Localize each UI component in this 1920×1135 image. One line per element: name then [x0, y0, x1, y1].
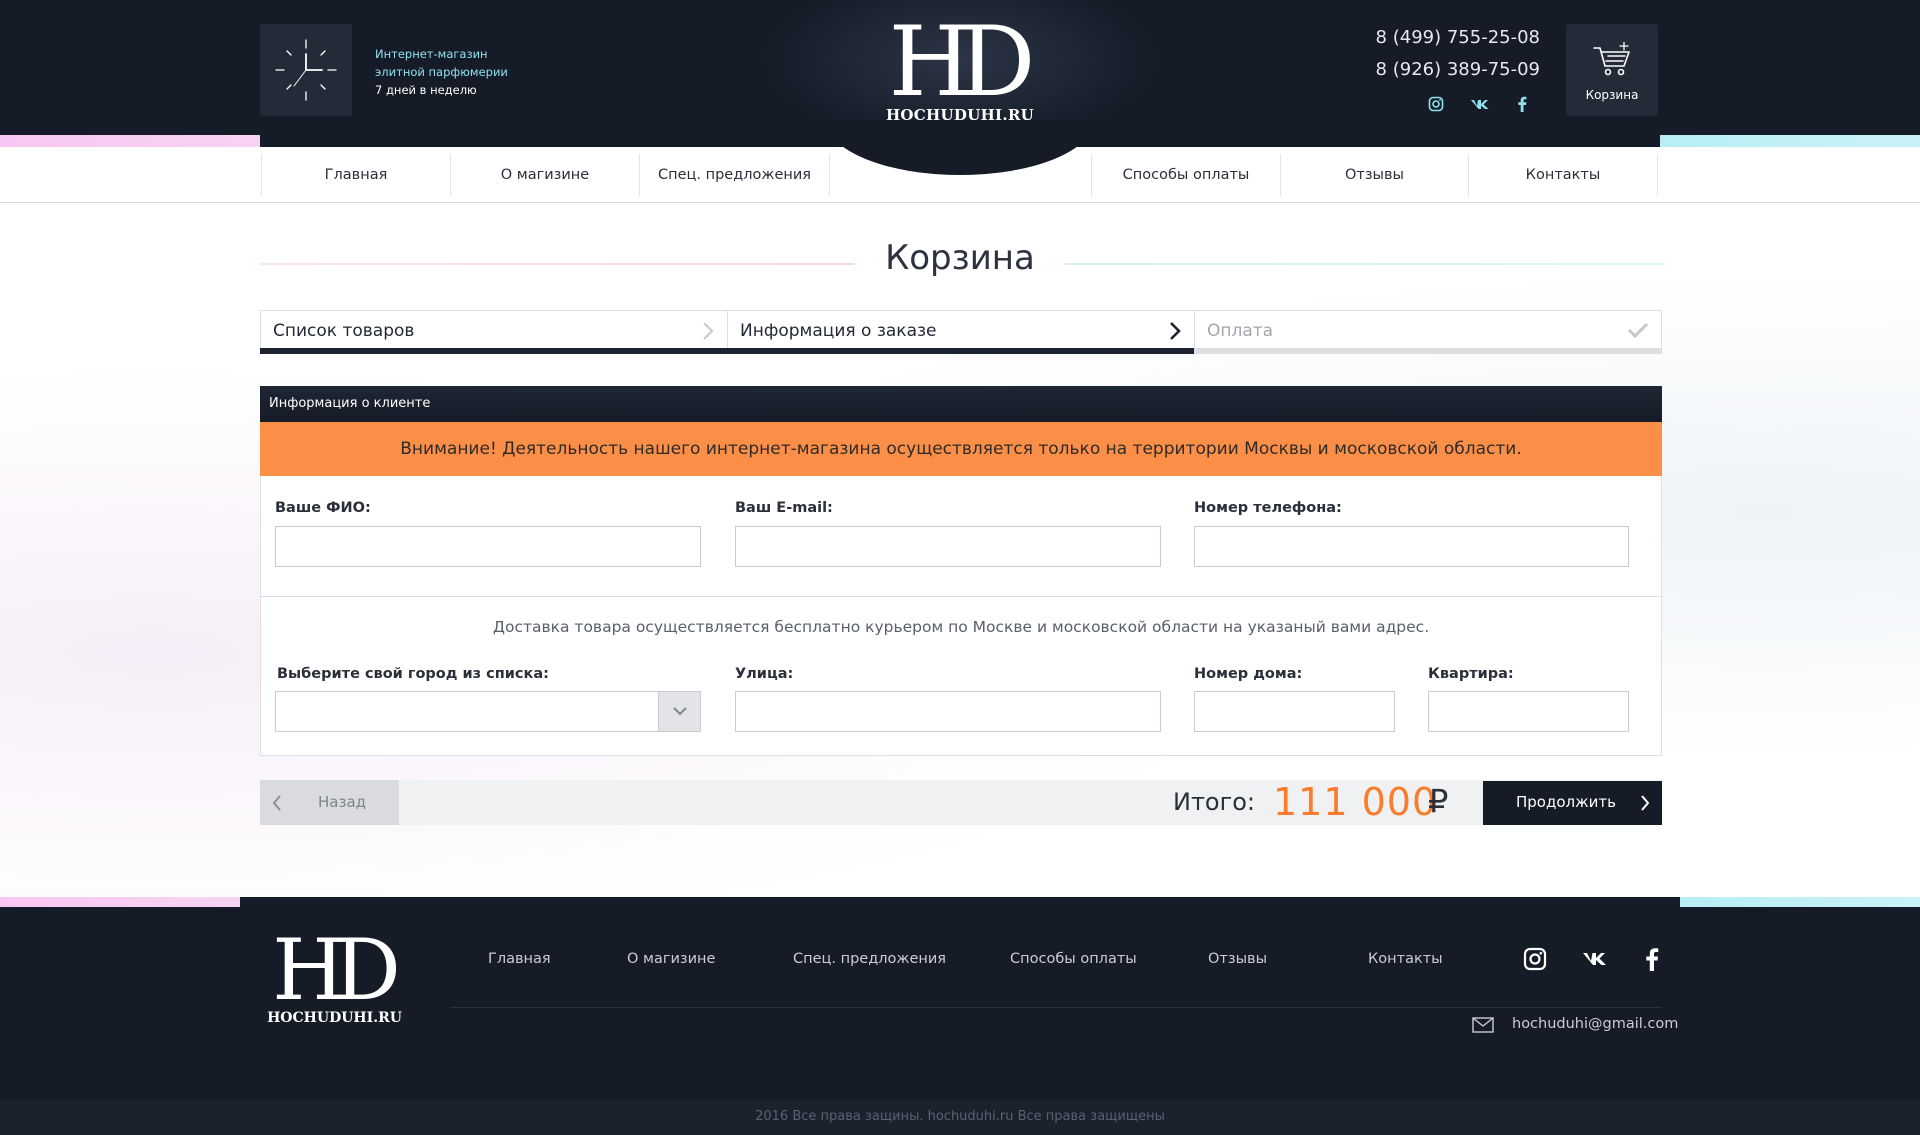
apartment-label: Квартира: [1428, 666, 1514, 682]
footer-nav-payment-methods[interactable]: Способы оплаты [1010, 951, 1137, 967]
tagline-line-2: элитной парфюмерии [375, 65, 508, 79]
step-label: Информация о заказе [740, 321, 937, 341]
name-field[interactable] [275, 526, 701, 567]
street-label: Улица: [735, 666, 794, 682]
cart-icon [1593, 42, 1630, 76]
phone-2[interactable]: 8 (926) 389-75-09 [1340, 54, 1540, 86]
header-stripe-right [1660, 135, 1920, 147]
step-payment[interactable]: Оплата [1194, 310, 1662, 354]
footer-stripe-left [0, 897, 240, 907]
site-logo[interactable]: HD HOCHUDUHI.RU [880, 14, 1040, 124]
city-select[interactable] [275, 691, 701, 732]
phone-1[interactable]: 8 (499) 755-25-08 [1340, 22, 1540, 54]
footer-logo[interactable]: HD HOCHUDUHI.RU [262, 928, 407, 1026]
copyright-text: 2016 Все права защины. hochuduhi.ru Все … [755, 1109, 1165, 1124]
city-label: Выберите свой город из списка: [277, 666, 549, 682]
chevron-right-icon [1641, 795, 1650, 811]
house-field[interactable] [1194, 691, 1395, 732]
total-label: Итого: [1173, 788, 1255, 816]
panel-divider [260, 596, 1662, 597]
footer-stripe-right [1680, 897, 1920, 907]
footer-logo-name: HOCHUDUHI.RU [267, 1010, 402, 1026]
footer-nav-home[interactable]: Главная [488, 951, 551, 967]
nav-special-offers[interactable]: Спец. предложения [640, 154, 830, 196]
footer-nav-about[interactable]: О магизине [627, 951, 715, 967]
step-progress-bar [727, 348, 1195, 354]
nav-reviews[interactable]: Отзывы [1281, 154, 1469, 196]
header-stripe-left [0, 135, 260, 147]
cart-button[interactable]: Корзина [1566, 24, 1658, 116]
vk-icon[interactable] [1470, 96, 1490, 112]
email-field[interactable] [735, 526, 1161, 567]
continue-button[interactable]: Продолжить [1483, 781, 1662, 825]
total-value: 111 000 [1273, 780, 1438, 824]
checkout-bar [260, 780, 1662, 825]
back-label: Назад [318, 793, 367, 811]
checkout-steps: Список товаров Информация о заказе Оплат… [260, 310, 1662, 354]
facebook-icon[interactable] [1516, 96, 1528, 112]
footer-logo-mark: HD [272, 921, 401, 1019]
client-info-heading: Информация о клиенте [260, 386, 1662, 422]
footer-nav-special-offers[interactable]: Спец. предложения [793, 951, 946, 967]
back-button[interactable]: Назад [260, 780, 399, 825]
delivery-note: Доставка товара осуществляется бесплатно… [492, 618, 1430, 636]
currency-symbol: ₽ [1428, 782, 1449, 820]
instagram-icon[interactable] [1428, 96, 1444, 112]
phone-field[interactable] [1194, 526, 1629, 567]
region-alert: Внимание! Деятельность нашего интернет-м… [260, 422, 1662, 476]
header-socials [1428, 96, 1528, 112]
house-label: Номер дома: [1194, 666, 1303, 682]
title-decor-left [260, 263, 855, 265]
street-field[interactable] [735, 691, 1161, 732]
logo-mark: HD [888, 6, 1036, 118]
page-title: Корзина [885, 238, 1035, 278]
phone-numbers: 8 (499) 755-25-08 8 (926) 389-75-09 [1340, 22, 1540, 86]
footer-nav-reviews[interactable]: Отзывы [1208, 951, 1267, 967]
name-label: Ваше ФИО: [275, 500, 371, 516]
select-toggle[interactable] [658, 692, 700, 731]
email-label: Ваш E-mail: [735, 500, 833, 516]
cart-label: Корзина [1585, 88, 1639, 102]
apartment-field[interactable] [1428, 691, 1629, 732]
check-icon [1627, 322, 1649, 339]
chevron-right-icon [703, 322, 714, 340]
chevron-right-icon [1170, 322, 1181, 340]
step-label: Список товаров [273, 321, 415, 341]
chevron-down-icon [673, 707, 687, 716]
chevron-left-icon [272, 795, 281, 811]
title-decor-right [1063, 263, 1663, 265]
tagline-line-1: Интернет-магазин [375, 47, 488, 61]
tagline-line-3: 7 дней в неделю [375, 83, 477, 97]
step-progress-bar [1194, 348, 1662, 354]
vk-icon[interactable] [1582, 947, 1608, 971]
footer-nav-contacts[interactable]: Контакты [1368, 951, 1443, 967]
nav-home[interactable]: Главная [261, 154, 451, 196]
step-product-list[interactable]: Список товаров [260, 310, 728, 354]
nav-contacts[interactable]: Контакты [1469, 154, 1658, 196]
clock-icon [260, 24, 352, 116]
facebook-icon[interactable] [1643, 947, 1661, 971]
continue-label: Продолжить [1516, 793, 1616, 811]
nav-about[interactable]: О магизине [451, 154, 640, 196]
mail-icon [1472, 1017, 1494, 1033]
instagram-icon[interactable] [1523, 947, 1547, 971]
footer-divider [450, 1007, 1662, 1008]
nav-payment-methods[interactable]: Способы оплаты [1091, 154, 1281, 196]
step-progress-bar [260, 348, 728, 354]
footer-email[interactable]: hochuduhi@gmail.com [1512, 1016, 1678, 1032]
phone-label: Номер телефона: [1194, 500, 1342, 516]
step-order-info[interactable]: Информация о заказе [727, 310, 1195, 354]
step-label: Оплата [1207, 321, 1274, 341]
store-tagline: Интернет-магазин элитной парфюмерии 7 дн… [375, 45, 508, 99]
